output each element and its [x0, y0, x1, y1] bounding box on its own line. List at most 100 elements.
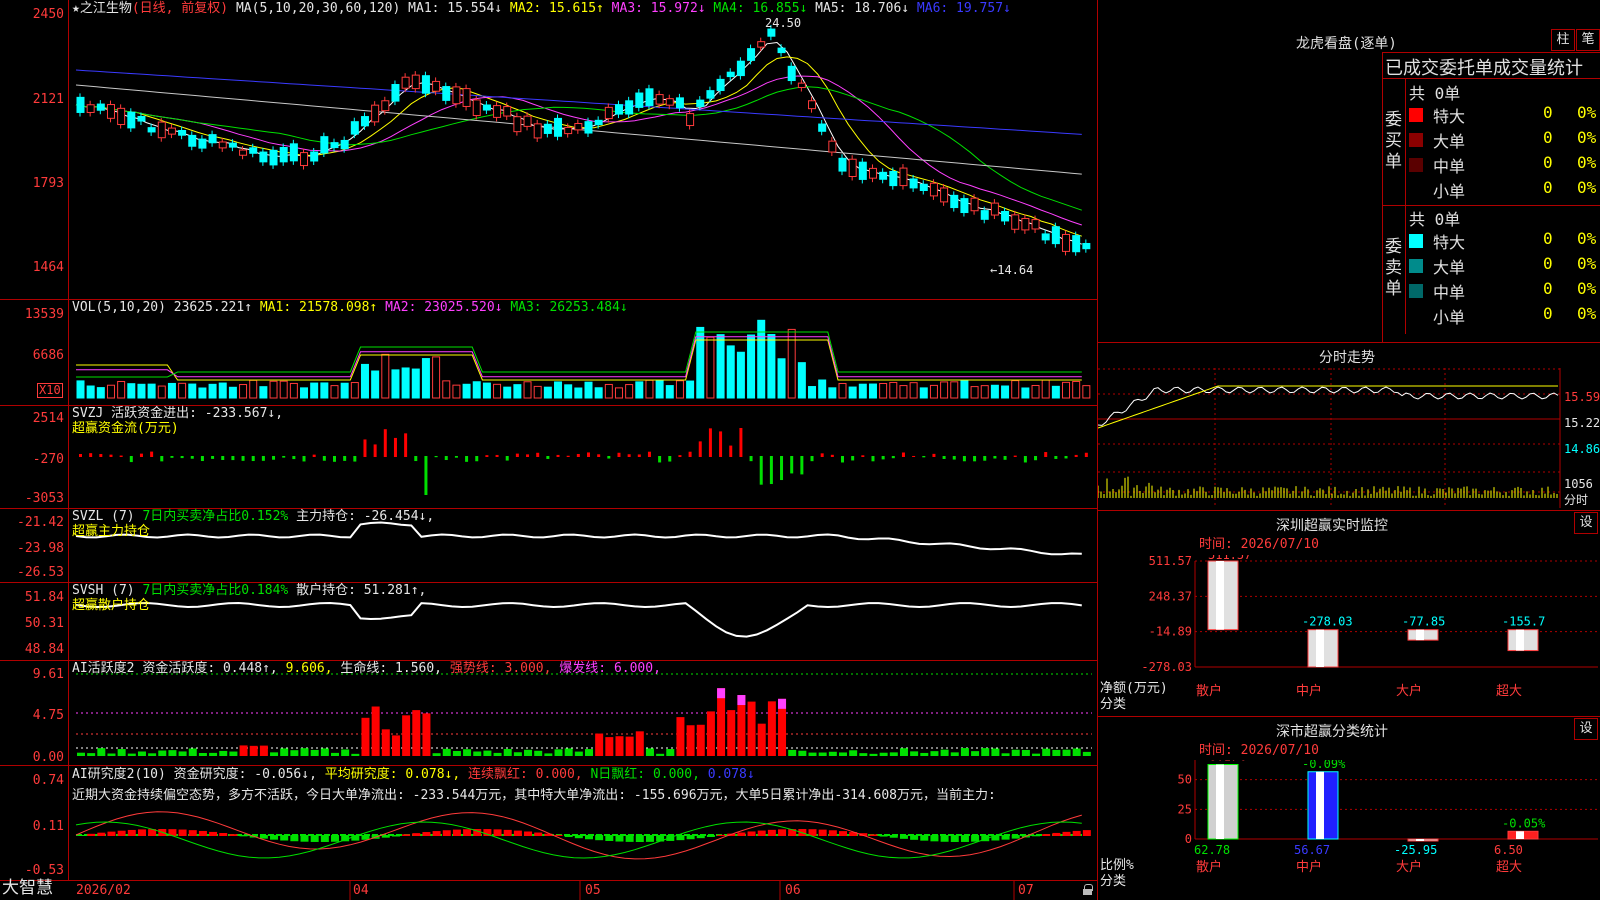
volume-bar — [218, 382, 227, 399]
flow-bar — [597, 454, 601, 457]
candle — [675, 97, 684, 109]
volume-bar — [879, 382, 888, 399]
volume-bar — [513, 384, 522, 399]
activity-bar — [127, 753, 136, 756]
fenshi-tick: 15.22 — [1564, 416, 1600, 430]
vol-ma1: MA1: 21578.098↑ — [259, 300, 378, 315]
color-swatch — [1409, 259, 1423, 273]
research-bar — [77, 835, 85, 836]
stats-settings-button[interactable]: 设 — [1574, 718, 1598, 740]
research-bar — [229, 834, 238, 836]
candle — [96, 103, 105, 111]
volume-bar — [188, 383, 197, 399]
flow-bar — [170, 456, 174, 458]
indicator-charts[interactable] — [0, 0, 1098, 900]
volume-bar — [300, 387, 309, 399]
activity-bar — [280, 748, 289, 756]
flow-bar — [617, 452, 621, 457]
candle — [543, 123, 552, 134]
flow-bar — [363, 439, 367, 457]
flow-bar — [180, 456, 184, 459]
candle — [686, 113, 695, 127]
activity-bar — [371, 706, 380, 756]
ma2-value: MA2: 15.615↑ — [509, 1, 604, 16]
activity-bar — [879, 752, 888, 756]
activity-bar — [87, 753, 96, 756]
activity-bar — [574, 751, 583, 756]
candle — [350, 121, 359, 135]
volume-bar — [635, 381, 644, 399]
bar-value-label: -155.7 — [1502, 615, 1545, 629]
volume-bar — [279, 380, 288, 399]
flow-bar — [190, 456, 194, 459]
candle — [706, 90, 715, 99]
bar-highlight — [1516, 831, 1524, 839]
main-chart-area[interactable]: 2450 2121 1793 1464 13539 6686 X10 2514 … — [0, 0, 1098, 900]
fenshi-vol-tick: 1056 — [1564, 477, 1593, 491]
stats-title: 深市超赢分类统计 — [1276, 724, 1388, 740]
research-bar — [1042, 834, 1051, 836]
stats-time: 时间: 2026/07/10 — [1199, 743, 1319, 758]
activity-bar — [859, 753, 868, 756]
ai2-tail: 0.078↓ — [707, 767, 755, 782]
volume-bar — [1082, 385, 1091, 399]
flow-bar — [393, 437, 397, 457]
research-bar — [209, 831, 218, 836]
activity-bar — [513, 752, 522, 756]
vol-ma-line — [76, 331, 1082, 378]
activity-bar — [645, 748, 654, 756]
flow-bar — [231, 456, 235, 461]
candle — [574, 123, 583, 131]
volume-bar — [127, 383, 136, 399]
research-bar — [422, 832, 431, 836]
volume-bar — [320, 382, 329, 399]
tick-view-button[interactable]: 笔 — [1576, 29, 1600, 51]
research-bar — [310, 835, 319, 842]
research-bar — [920, 835, 929, 841]
candle — [228, 142, 237, 148]
research-bar — [717, 834, 726, 836]
activity-bar — [1001, 753, 1010, 756]
candle — [513, 116, 522, 133]
ma-line — [75, 41, 1082, 245]
candle — [320, 136, 329, 154]
monitor-settings-button[interactable]: 设 — [1574, 512, 1598, 534]
flow-bar — [587, 452, 590, 457]
order-row: 小单 0 0% — [1409, 178, 1600, 202]
flow-bar — [576, 453, 580, 457]
research-bar — [879, 835, 888, 837]
lhb-title: 龙虎看盘(逐单) — [1296, 36, 1397, 52]
activity-bar — [1072, 748, 1081, 756]
candle — [1011, 214, 1020, 230]
research-bar — [757, 830, 766, 836]
candle — [950, 194, 959, 209]
flow-bar — [658, 456, 662, 463]
category-label: 超大 — [1496, 684, 1522, 699]
volume-bar — [777, 358, 786, 399]
flow-bar — [780, 456, 784, 481]
ai1-strong: 强势线: 3.000, — [449, 661, 552, 676]
intraday-chart[interactable] — [1098, 368, 1600, 508]
activity-bar — [940, 749, 949, 756]
candle — [127, 111, 136, 129]
svzj-title: SVZJ — [72, 406, 104, 421]
volume-bar — [960, 380, 969, 399]
research-bar — [87, 833, 96, 836]
flow-bar — [89, 453, 93, 457]
column-view-button[interactable]: 柱 — [1551, 29, 1575, 51]
axis-tick: 50 — [1178, 773, 1192, 787]
candle — [889, 170, 898, 187]
volume-bar — [584, 381, 593, 399]
research-bar — [239, 835, 248, 837]
candle — [736, 60, 745, 77]
flow-bar — [912, 455, 916, 457]
flow-bar — [719, 431, 723, 457]
volume-bar — [848, 386, 857, 399]
flow-bar — [1054, 456, 1058, 459]
candle — [584, 121, 593, 134]
flow-bar — [1084, 452, 1088, 457]
research-bar — [950, 835, 959, 842]
bar-highlight — [1316, 771, 1324, 839]
vol-ma-line — [76, 339, 1082, 381]
date-label: 2026/02 — [76, 883, 131, 898]
